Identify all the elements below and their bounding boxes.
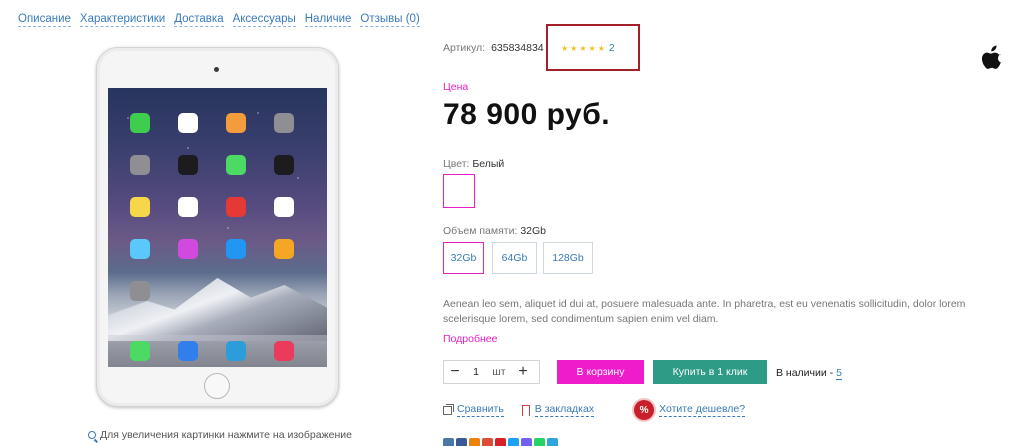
app-icon (226, 155, 246, 175)
minus-icon[interactable]: − (444, 361, 466, 383)
memory-option-64gb[interactable]: 64Gb (492, 242, 537, 274)
star-icon: ★ (561, 43, 569, 53)
app-icon (130, 113, 150, 133)
price-label: Цена (443, 81, 469, 93)
cheaper-link[interactable]: % Хотите дешевле? (634, 400, 746, 420)
cheaper-label: Хотите дешевле? (659, 403, 746, 417)
app-icon (178, 155, 198, 175)
home-button (204, 373, 230, 399)
memory-option-32gb[interactable]: 32Gb (443, 242, 484, 274)
sku-label: Артикул: (443, 42, 486, 54)
app-icon (274, 197, 294, 217)
app-icon (274, 155, 294, 175)
quantity-stepper: − 1 шт + (443, 360, 540, 384)
telegram-icon[interactable] (547, 438, 558, 446)
stock-status: В наличии - 5 (776, 367, 842, 380)
star-icon: ★ (597, 43, 605, 53)
color-swatch-white[interactable] (443, 174, 475, 208)
app-icon (178, 239, 198, 259)
device-screen (108, 88, 327, 367)
whatsapp-icon[interactable] (534, 438, 545, 446)
zoom-hint: Для увеличения картинки нажмите на изобр… (88, 429, 352, 441)
facebook-icon[interactable] (456, 438, 467, 446)
product-info: Артикул: 635834834 ★ ★ ★ ★ ★ 2 Цена 78 9… (443, 0, 1003, 446)
add-to-cart-button[interactable]: В корзину (557, 360, 644, 384)
tab-reviews[interactable]: Отзывы (0) (360, 12, 420, 27)
plus-icon[interactable]: + (512, 361, 534, 383)
color-value: Белый (472, 158, 505, 170)
dock-app-icon (130, 341, 150, 361)
star-icon: ★ (570, 43, 578, 53)
product-description: Aenean leo sem, aliquet id dui at, posue… (443, 298, 966, 325)
color-label: Цвет: Белый (443, 158, 504, 170)
buy-one-click-button[interactable]: Купить в 1 клик (653, 360, 767, 384)
app-icon (274, 239, 294, 259)
product-actions: Сравнить В закладках % Хотите дешевле? (443, 400, 746, 420)
tab-description[interactable]: Описание (18, 12, 71, 27)
app-icon (226, 239, 246, 259)
search-icon (88, 431, 96, 439)
compare-icon (443, 403, 454, 415)
social-share (443, 438, 558, 446)
compare-link[interactable]: Сравнить (443, 403, 504, 417)
more-link[interactable]: Подробнее (443, 333, 497, 345)
mail-ru-icon[interactable] (495, 438, 506, 446)
app-icon (274, 113, 294, 133)
stock-label: В наличии - (776, 367, 834, 379)
tab-specifications[interactable]: Характеристики (79, 12, 166, 27)
sku-value: 635834834 (491, 42, 544, 54)
app-icon (226, 113, 246, 133)
dock-app-icon (178, 341, 198, 361)
product-gallery: Для увеличения картинки нажмите на изобр… (0, 40, 436, 446)
app-icon (130, 197, 150, 217)
vk-icon[interactable] (443, 438, 454, 446)
memory-label-text: Объем памяти: (443, 225, 518, 237)
stock-count[interactable]: 5 (836, 367, 842, 380)
star-icon: ★ (588, 43, 596, 53)
review-count[interactable]: 2 (609, 42, 615, 54)
bookmark-icon (521, 404, 530, 416)
rating[interactable]: ★ ★ ★ ★ ★ 2 (561, 42, 615, 54)
product-tabs-nav: Описание Характеристики Доставка Аксессу… (18, 12, 420, 27)
zoom-hint-text: Для увеличения картинки нажмите на изобр… (100, 429, 352, 441)
apple-logo-icon (981, 45, 1001, 69)
tab-delivery[interactable]: Доставка (174, 12, 224, 27)
quantity-unit: шт (492, 366, 506, 378)
bookmark-link[interactable]: В закладках (521, 403, 595, 417)
google-plus-icon[interactable] (482, 438, 493, 446)
price: 78 900 руб. (443, 98, 611, 131)
app-icon (130, 239, 150, 259)
compare-label: Сравнить (457, 403, 504, 417)
star-icon: ★ (579, 43, 587, 53)
memory-label: Объем памяти: 32Gb (443, 225, 546, 237)
sku: Артикул: 635834834 (443, 42, 544, 54)
app-icon (130, 281, 150, 301)
viber-icon[interactable] (521, 438, 532, 446)
bookmark-label: В закладках (534, 403, 595, 417)
tab-accessories[interactable]: Аксессуары (232, 12, 296, 27)
twitter-icon[interactable] (508, 438, 519, 446)
product-image[interactable] (96, 47, 339, 407)
dock-app-icon (226, 341, 246, 361)
dock-app-icon (274, 341, 294, 361)
app-icon (226, 197, 246, 217)
memory-value: 32Gb (520, 225, 547, 237)
odnoklassniki-icon[interactable] (469, 438, 480, 446)
memory-option-128gb[interactable]: 128Gb (543, 242, 593, 274)
app-icon (178, 197, 198, 217)
color-label-text: Цвет: (443, 158, 470, 170)
app-icon (130, 155, 150, 175)
app-icon (178, 113, 198, 133)
device-camera (214, 67, 219, 72)
discount-icon: % (634, 400, 655, 420)
quantity-input[interactable]: 1 (466, 366, 486, 378)
tab-availability[interactable]: Наличие (304, 12, 352, 27)
